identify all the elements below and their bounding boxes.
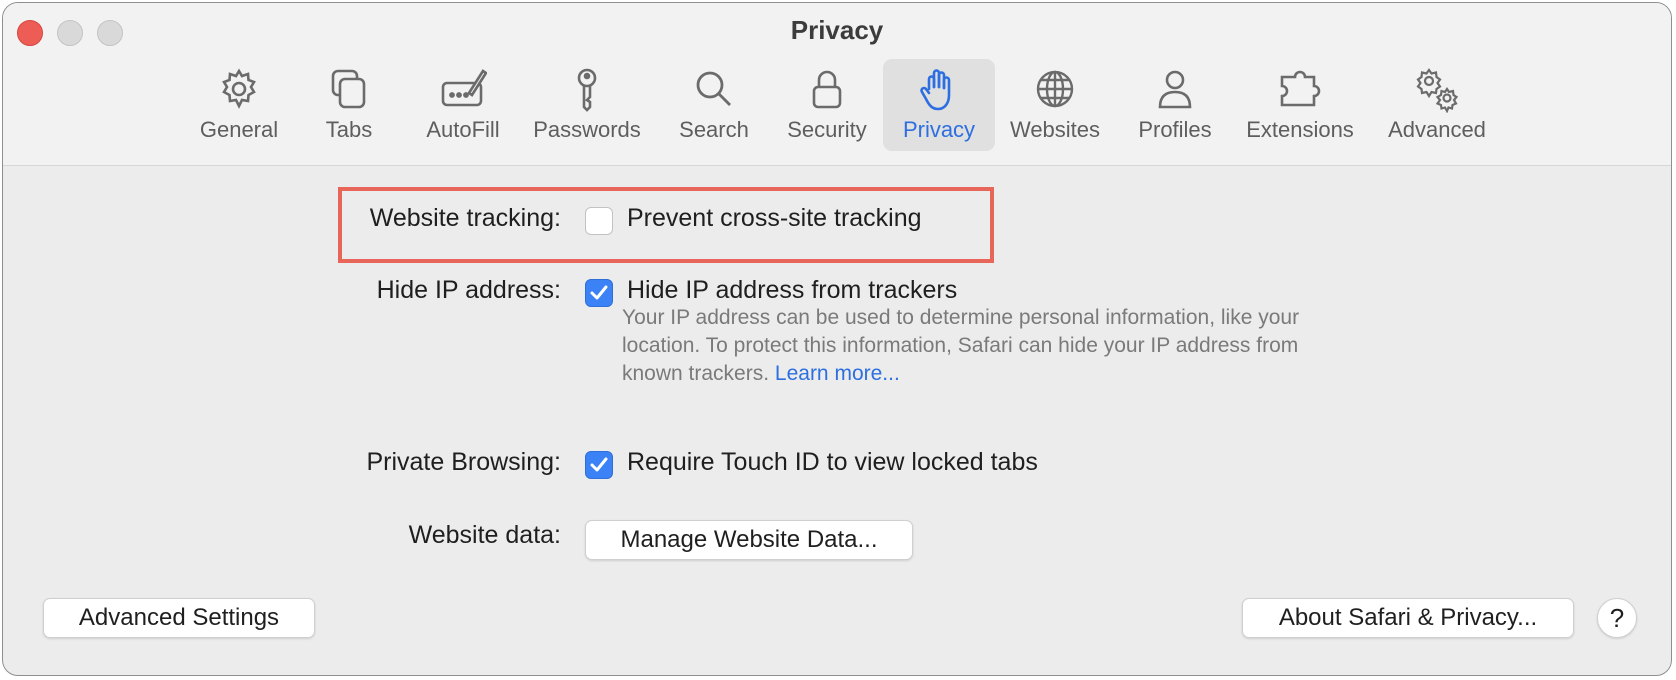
prevent-cross-site-tracking-checkbox[interactable] — [585, 207, 613, 235]
autofill-pen-icon — [441, 69, 487, 107]
private-browsing-label: Private Browsing: — [366, 448, 561, 476]
lock-icon — [812, 70, 842, 109]
tab-security-label: Security — [787, 117, 867, 142]
key-icon — [577, 68, 597, 112]
hand-icon — [920, 69, 951, 111]
tab-extensions[interactable]: Extensions — [1235, 59, 1365, 151]
tab-websites-label: Websites — [1009, 117, 1101, 142]
about-safari-privacy-button[interactable]: About Safari & Privacy... — [1242, 598, 1574, 638]
preferences-window: Privacy General Tabs AutoFill Passwords … — [2, 2, 1672, 676]
title-bar: Privacy General Tabs AutoFill Passwords … — [3, 3, 1671, 166]
hide-ip-description: Your IP address can be used to determine… — [622, 304, 1322, 388]
tab-autofill-label: AutoFill — [426, 117, 500, 142]
puzzle-icon — [1280, 70, 1321, 107]
person-icon — [1158, 70, 1192, 109]
tab-general-label: General — [199, 117, 279, 142]
window-title: Privacy — [790, 15, 884, 45]
hide-ip-description-text: Your IP address can be used to determine… — [622, 306, 1300, 385]
checkmark-icon — [590, 285, 608, 300]
tab-privacy-label: Privacy — [902, 117, 976, 142]
website-data-label: Website data: — [408, 521, 561, 549]
tab-privacy[interactable]: Privacy — [883, 59, 995, 151]
tab-tabs[interactable]: Tabs — [309, 59, 389, 151]
tab-search[interactable]: Search — [669, 59, 759, 151]
tab-autofill[interactable]: AutoFill — [413, 59, 513, 151]
tab-passwords-label: Passwords — [533, 117, 641, 142]
checkmark-icon — [590, 457, 608, 472]
hide-ip-label: Hide IP address: — [376, 276, 561, 304]
tab-passwords[interactable]: Passwords — [527, 59, 647, 151]
tab-advanced-label: Advanced — [1388, 117, 1486, 142]
prevent-cross-site-tracking-label[interactable]: Prevent cross-site tracking — [627, 204, 922, 233]
help-button[interactable]: ? — [1597, 598, 1637, 638]
learn-more-link[interactable]: Learn more... — [775, 362, 900, 385]
require-touch-id-checkbox[interactable] — [585, 451, 613, 479]
privacy-settings-pane: Website tracking: Prevent cross-site tra… — [3, 166, 1671, 675]
advanced-settings-button[interactable]: Advanced Settings — [43, 598, 315, 638]
tab-profiles[interactable]: Profiles — [1127, 59, 1223, 151]
tab-profiles-label: Profiles — [1138, 117, 1212, 142]
manage-website-data-button[interactable]: Manage Website Data... — [585, 520, 913, 560]
tab-security[interactable]: Security — [777, 59, 877, 151]
tab-tabs-label: Tabs — [325, 117, 373, 142]
magnifier-icon — [696, 71, 731, 106]
tabs-icon — [331, 69, 366, 109]
tab-extensions-label: Extensions — [1246, 117, 1354, 142]
tab-search-label: Search — [679, 117, 749, 142]
tab-advanced[interactable]: Advanced — [1377, 59, 1497, 151]
gears-icon — [1416, 68, 1459, 113]
tab-websites[interactable]: Websites — [1003, 59, 1107, 151]
globe-icon — [1036, 70, 1074, 108]
require-touch-id-label[interactable]: Require Touch ID to view locked tabs — [627, 448, 1038, 477]
hide-ip-checkbox[interactable] — [585, 279, 613, 307]
tab-general[interactable]: General — [189, 59, 289, 151]
website-tracking-label: Website tracking: — [369, 204, 561, 232]
gear-icon — [222, 68, 256, 109]
hide-ip-checkbox-label[interactable]: Hide IP address from trackers — [627, 276, 957, 305]
